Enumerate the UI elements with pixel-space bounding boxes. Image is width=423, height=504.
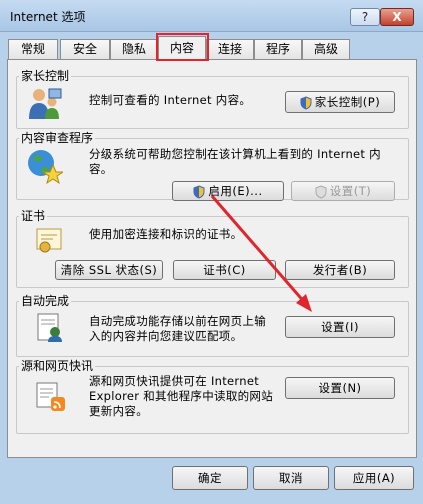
tab-privacy[interactable]: 隐私 xyxy=(110,39,158,60)
close-button[interactable]: X xyxy=(380,8,414,26)
tab-connections[interactable]: 连接 xyxy=(206,39,254,60)
content-tab-highlight xyxy=(156,33,209,61)
certificates-group: 证书 使用加密连接和标识的证书。 清除 SSL 状态(S) 证书(C) 发行者(… xyxy=(16,207,409,288)
uac-shield-icon xyxy=(193,184,205,199)
clear-ssl-button[interactable]: 清除 SSL 状态(S) xyxy=(55,260,163,280)
group-title: 家长控制 xyxy=(19,67,72,84)
publishers-button[interactable]: 发行者(B) xyxy=(285,260,395,280)
cancel-button[interactable]: 取消 xyxy=(253,466,329,490)
certificates-button[interactable]: 证书(C) xyxy=(173,260,276,280)
help-button[interactable]: ? xyxy=(350,8,380,26)
advisor-settings-button[interactable]: 设置(T) xyxy=(291,181,395,201)
autocomplete-group: 自动完成 自动完成功能存储以前在网页上输 入的内容并向您建议匹配项。 设置(I) xyxy=(16,292,409,357)
feeds-icon xyxy=(36,382,65,411)
feeds-settings-button[interactable]: 设置(N) xyxy=(285,377,395,399)
parental-button-label: 家长控制(P) xyxy=(314,95,381,109)
feeds-description-line2: Explorer 和其他程序中读取的网站 xyxy=(89,389,274,403)
enable-button-label: 启用(E)... xyxy=(208,184,263,198)
tab-general[interactable]: 常规 xyxy=(8,39,58,60)
feeds-description-line3: 更新内容。 xyxy=(89,404,148,418)
advisor-description-line2: 容。 xyxy=(89,162,113,176)
content-panel: 家长控制 控制可查看的 Internet 内容。 家长控制(P) 内容审查程序 … xyxy=(7,59,417,458)
parental-description: 控制可查看的 Internet 内容。 xyxy=(89,93,252,107)
tab-advanced[interactable]: 高级 xyxy=(302,39,350,60)
window-title: Internet 选项 xyxy=(10,10,86,24)
tab-security[interactable]: 安全 xyxy=(60,39,110,60)
tab-programs[interactable]: 程序 xyxy=(254,39,302,60)
content-advisor-group: 内容审查程序 分级系统可帮助您控制在该计算机上看到的 Internet 内 容。… xyxy=(16,129,409,201)
parental-controls-button[interactable]: 家长控制(P) xyxy=(285,91,395,113)
parental-control-icon xyxy=(29,88,62,119)
group-title: 内容审查程序 xyxy=(19,129,96,146)
content-advisor-icon xyxy=(28,150,63,185)
advisor-settings-label: 设置(T) xyxy=(329,184,372,198)
certificates-description: 使用加密连接和标识的证书。 xyxy=(89,227,243,241)
feeds-description-line1: 源和网页快讯提供可在 Internet xyxy=(89,374,260,388)
title-bar: Internet 选项 ? X xyxy=(0,0,423,32)
uac-shield-icon xyxy=(300,95,312,110)
group-title: 源和网页快讯 xyxy=(19,357,96,374)
apply-button[interactable]: 应用(A) xyxy=(334,466,414,490)
autocomplete-icon xyxy=(37,313,62,342)
enable-advisor-button[interactable]: 启用(E)... xyxy=(172,181,284,201)
feeds-group: 源和网页快讯 源和网页快讯提供可在 Internet Explorer 和其他程… xyxy=(16,357,409,434)
uac-shield-icon xyxy=(315,184,327,199)
ok-button[interactable]: 确定 xyxy=(172,466,248,490)
group-title: 自动完成 xyxy=(19,292,72,309)
group-title: 证书 xyxy=(19,207,48,224)
autocomplete-settings-button[interactable]: 设置(I) xyxy=(285,316,395,338)
autocomplete-description-line1: 自动完成功能存储以前在网页上输 xyxy=(89,314,266,328)
autocomplete-description-line2: 入的内容并向您建议匹配项。 xyxy=(89,329,243,343)
parental-controls-group: 家长控制 控制可查看的 Internet 内容。 家长控制(P) xyxy=(16,67,409,129)
certificate-icon xyxy=(36,228,62,253)
advisor-description-line1: 分级系统可帮助您控制在该计算机上看到的 Internet 内 xyxy=(89,147,381,161)
